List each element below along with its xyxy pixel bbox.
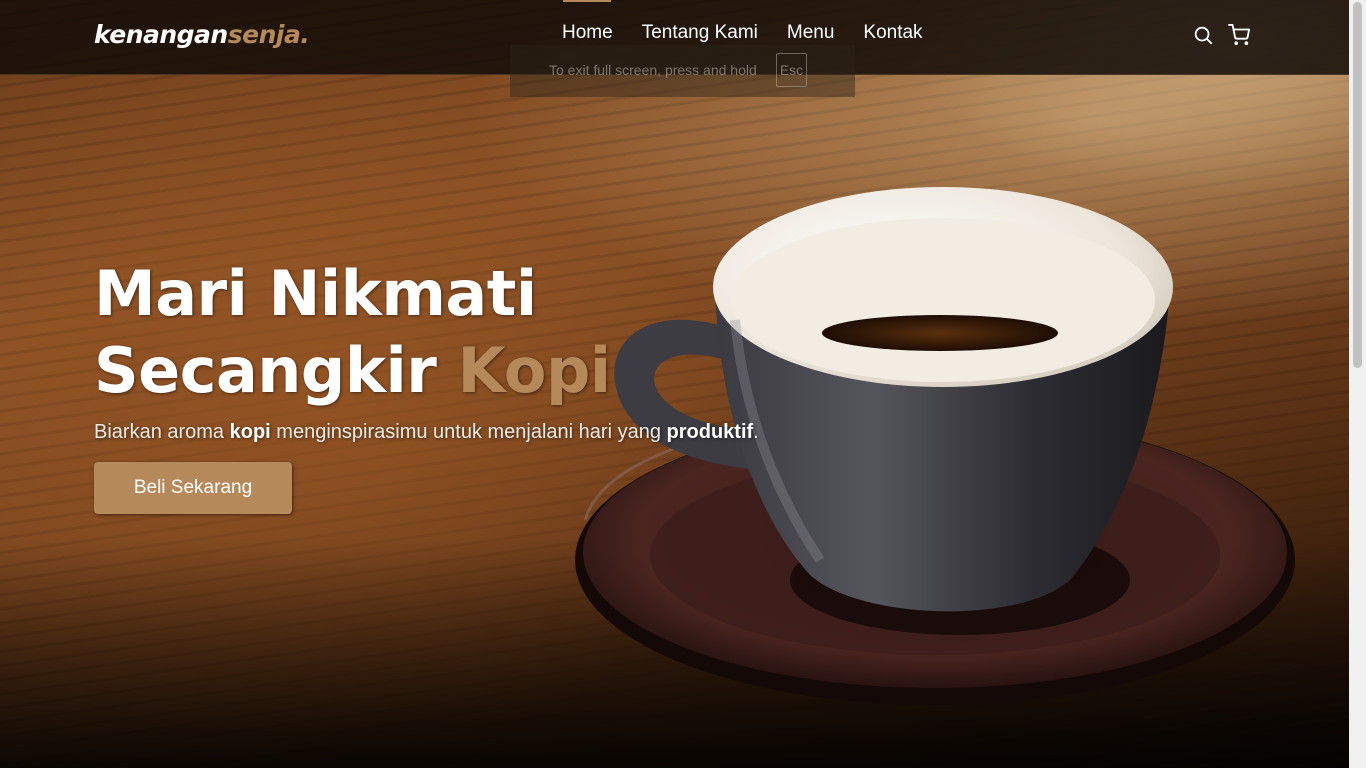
hero-subtitle-bold2: produktif [666, 421, 754, 443]
brand-logo[interactable]: kenangansenja. [94, 20, 310, 49]
nav-link-home[interactable]: Home [562, 22, 613, 44]
hero-subtitle-part3: . [753, 421, 759, 443]
logo-accent-text: senja. [227, 20, 310, 49]
hero-subtitle-part1: Biarkan aroma [94, 421, 230, 443]
nav-active-indicator [563, 0, 611, 2]
nav-link-menu[interactable]: Menu [787, 22, 835, 44]
hero-subtitle-part2: menginspirasimu untuk menjalani hari yan… [270, 421, 667, 443]
page: kenangansenja. Home Tentang Kami Menu Ko… [0, 0, 1366, 768]
fullscreen-toast-message: To exit full screen, press and hold [549, 62, 757, 78]
fullscreen-exit-toast: To exit full screen, press and hold Esc [510, 45, 855, 97]
hero-subtitle-bold1: kopi [229, 421, 271, 443]
shopping-cart-icon[interactable] [1228, 24, 1250, 46]
nav-link-tentang-kami[interactable]: Tentang Kami [642, 22, 758, 44]
hero-title-line2: Secangkir [94, 334, 437, 407]
hero-subtitle: Biarkan aroma kopi menginspirasimu untuk… [94, 421, 759, 444]
logo-main-text: kenangan [94, 20, 228, 49]
hero-title-line1: Mari Nikmati [94, 257, 537, 330]
fullscreen-toast-key: Esc [776, 53, 807, 87]
nav-link-kontak[interactable]: Kontak [863, 22, 922, 44]
nav-links: Home Tentang Kami Menu Kontak [562, 22, 923, 44]
scrollbar-thumb[interactable] [1353, 2, 1362, 368]
nav-icons [1192, 24, 1250, 46]
beli-sekarang-button[interactable]: Beli Sekarang [94, 462, 292, 514]
search-icon[interactable] [1192, 24, 1214, 46]
page-scrollbar[interactable] [1349, 0, 1366, 768]
hero-title-accent: Kopi [457, 334, 611, 407]
hero-title: Mari Nikmati Secangkir Kopi [94, 255, 611, 409]
